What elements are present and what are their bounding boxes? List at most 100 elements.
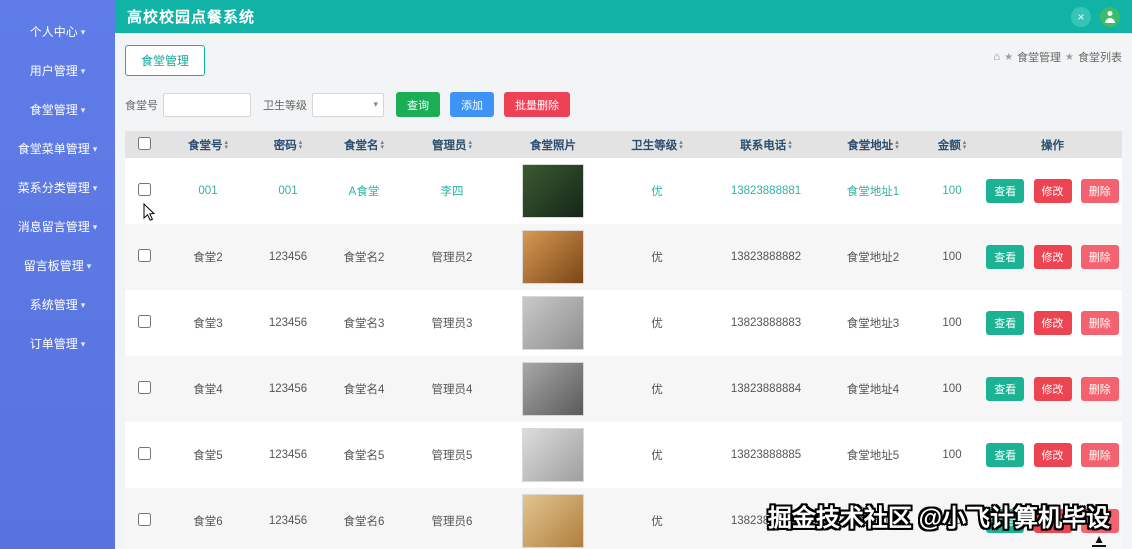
table-body: 001 001 A食堂 李四 优 13823888881 食堂地址1 100 查… xyxy=(125,158,1122,549)
column-header[interactable]: 密码 ▴ ▾ xyxy=(253,131,323,158)
sidebar-item[interactable]: 消息留言管理 ▾ xyxy=(0,207,115,246)
edit-button[interactable]: 修改 xyxy=(1033,245,1072,269)
table-row: 食堂4 123456 食堂名4 管理员4 优 13823888884 食堂地址4… xyxy=(125,356,1122,422)
edit-button[interactable]: 修改 xyxy=(1033,179,1072,203)
canteen-table: 食堂号 ▴ ▾ 密码 ▴ ▾ 食堂名 ▴ ▾ 管理员 ▴ ▾ 食堂照片 卫生等级 ▴ ▾ 联系电话 ▴ ▾ 食堂地址 ▴… xyxy=(125,131,1122,549)
user-profile-icon[interactable] xyxy=(1100,6,1120,27)
caret-down-icon: ▾ xyxy=(80,27,86,37)
row-checkbox[interactable] xyxy=(137,513,151,526)
table-row: 食堂5 123456 食堂名5 管理员5 优 13823888885 食堂地址5… xyxy=(125,422,1122,488)
breadcrumb-item-canteen-list[interactable]: 食堂列表 xyxy=(1078,49,1122,65)
sidebar: 个人中心 ▾ 用户管理 ▾ 食堂管理 ▾ 食堂菜单管理 ▾ 菜系分类管理 ▾ 消… xyxy=(0,0,115,549)
tab-canteen-management[interactable]: 食堂管理 xyxy=(125,45,206,76)
edit-button[interactable]: 修改 xyxy=(1033,311,1072,335)
sidebar-item[interactable]: 用户管理 ▾ xyxy=(0,51,115,90)
edit-button[interactable]: 修改 xyxy=(1033,377,1072,401)
view-button[interactable]: 查看 xyxy=(986,179,1025,203)
row-checkbox[interactable] xyxy=(137,249,151,262)
edit-button[interactable]: 修改 xyxy=(1033,443,1072,467)
cell-photo xyxy=(499,290,607,356)
delete-button[interactable]: 删除 xyxy=(1080,443,1119,467)
sort-icon[interactable]: ▴ ▾ xyxy=(468,139,472,151)
caret-down-icon: ▾ xyxy=(92,222,98,232)
caret-down-icon: ▾ xyxy=(80,300,86,310)
sort-icon[interactable]: ▴ ▾ xyxy=(299,139,303,151)
sidebar-item[interactable]: 订单管理 ▾ xyxy=(0,324,115,363)
sort-icon[interactable]: ▴ ▾ xyxy=(224,139,228,151)
cell-password: 123456 xyxy=(268,251,308,263)
tab-row: 食堂管理 ⌂ ★ 食堂管理 ★ 食堂列表 xyxy=(125,45,1122,76)
cell-actions: 查看 修改 删除 xyxy=(983,224,1122,290)
canteen-photo xyxy=(522,494,584,548)
select-all-cell xyxy=(125,131,163,158)
cell-actions: 查看 修改 删除 xyxy=(983,158,1122,224)
edit-button[interactable]: 修改 xyxy=(1033,509,1072,533)
sidebar-item[interactable]: 系统管理 ▾ xyxy=(0,285,115,324)
table-row: 食堂2 123456 食堂名2 管理员2 优 13823888882 食堂地址2… xyxy=(125,224,1122,290)
column-header[interactable]: 卫生等级 ▴ ▾ xyxy=(607,131,707,158)
delete-button[interactable]: 删除 xyxy=(1080,245,1119,269)
view-button[interactable]: 查看 xyxy=(986,509,1025,533)
sort-icon[interactable]: ▴ ▾ xyxy=(895,139,899,151)
sort-icon[interactable]: ▴ ▾ xyxy=(380,139,384,151)
row-select-cell xyxy=(125,158,163,224)
column-header[interactable]: 食堂名 ▴ ▾ xyxy=(323,131,405,158)
sidebar-item[interactable]: 留言板管理 ▾ xyxy=(0,246,115,285)
column-header[interactable]: 食堂地址 ▴ ▾ xyxy=(825,131,921,158)
row-checkbox[interactable] xyxy=(137,315,151,328)
sort-icon[interactable]: ▴ ▾ xyxy=(963,139,967,151)
cell-address: 食堂地址2 xyxy=(846,252,900,264)
cell-address: 食堂地址5 xyxy=(846,450,900,462)
cell-canteen-no: 食堂2 xyxy=(193,252,223,264)
batch-delete-button[interactable]: 批量删除 xyxy=(504,92,570,117)
cell-canteen-no: 食堂6 xyxy=(193,516,223,528)
column-header[interactable]: 联系电话 ▴ ▾ xyxy=(707,131,825,158)
cell-manager: 管理员4 xyxy=(431,384,473,396)
select-all-checkbox[interactable] xyxy=(137,136,151,150)
sidebar-item[interactable]: 个人中心 ▾ xyxy=(0,12,115,51)
column-header[interactable]: 食堂号 ▴ ▾ xyxy=(163,131,253,158)
cell-amount: 100 xyxy=(942,251,962,263)
sidebar-item[interactable]: 菜系分类管理 ▾ xyxy=(0,168,115,207)
breadcrumb-item-canteen-management[interactable]: 食堂管理 xyxy=(1017,49,1061,65)
sidebar-item[interactable]: 食堂管理 ▾ xyxy=(0,90,115,129)
row-checkbox[interactable] xyxy=(137,381,151,394)
delete-button[interactable]: 删除 xyxy=(1080,179,1119,203)
view-button[interactable]: 查看 xyxy=(986,245,1025,269)
cell-phone: 13823888884 xyxy=(730,383,802,395)
query-button[interactable]: 查询 xyxy=(396,92,440,117)
cell-hygiene-level: 优 xyxy=(651,318,663,330)
star-icon: ★ xyxy=(1065,51,1074,63)
delete-button[interactable]: 删除 xyxy=(1080,311,1119,335)
canteen-no-input[interactable] xyxy=(163,92,251,117)
delete-button[interactable]: 删除 xyxy=(1080,377,1119,401)
cell-photo xyxy=(499,422,607,488)
view-button[interactable]: 查看 xyxy=(986,311,1025,335)
sidebar-item-label: 个人中心 xyxy=(29,25,78,39)
sort-icon[interactable]: ▴ ▾ xyxy=(679,139,683,151)
table-row: 001 001 A食堂 李四 优 13823888881 食堂地址1 100 查… xyxy=(125,158,1122,224)
home-icon[interactable]: ⌂ xyxy=(993,51,1000,63)
add-button[interactable]: 添加 xyxy=(450,92,494,117)
row-checkbox[interactable] xyxy=(137,183,151,196)
cell-canteen-name: 食堂名6 xyxy=(343,516,385,528)
view-button[interactable]: 查看 xyxy=(986,443,1025,467)
cell-phone: 13823888881 xyxy=(730,185,802,197)
sidebar-item-label: 订单管理 xyxy=(29,337,78,351)
delete-button[interactable]: 删除 xyxy=(1080,509,1119,533)
sidebar-item[interactable]: 食堂菜单管理 ▾ xyxy=(0,129,115,168)
row-checkbox[interactable] xyxy=(137,447,151,460)
view-button[interactable]: 查看 xyxy=(986,377,1025,401)
cell-photo xyxy=(499,224,607,290)
row-select-cell xyxy=(125,290,163,356)
hygiene-level-select[interactable]: ▾ xyxy=(312,92,384,117)
close-icon[interactable]: × xyxy=(1071,6,1091,27)
cell-actions: 查看 修改 删除 xyxy=(983,422,1122,488)
cell-actions: 查看 修改 删除 xyxy=(983,356,1122,422)
back-to-top-icon[interactable]: ▲ xyxy=(1092,533,1106,547)
cell-password: 123456 xyxy=(268,383,308,395)
column-header[interactable]: 管理员 ▴ ▾ xyxy=(405,131,499,158)
sort-icon[interactable]: ▴ ▾ xyxy=(788,139,792,151)
caret-down-icon: ▾ xyxy=(80,105,86,115)
column-header[interactable]: 金额 ▴ ▾ xyxy=(921,131,983,158)
